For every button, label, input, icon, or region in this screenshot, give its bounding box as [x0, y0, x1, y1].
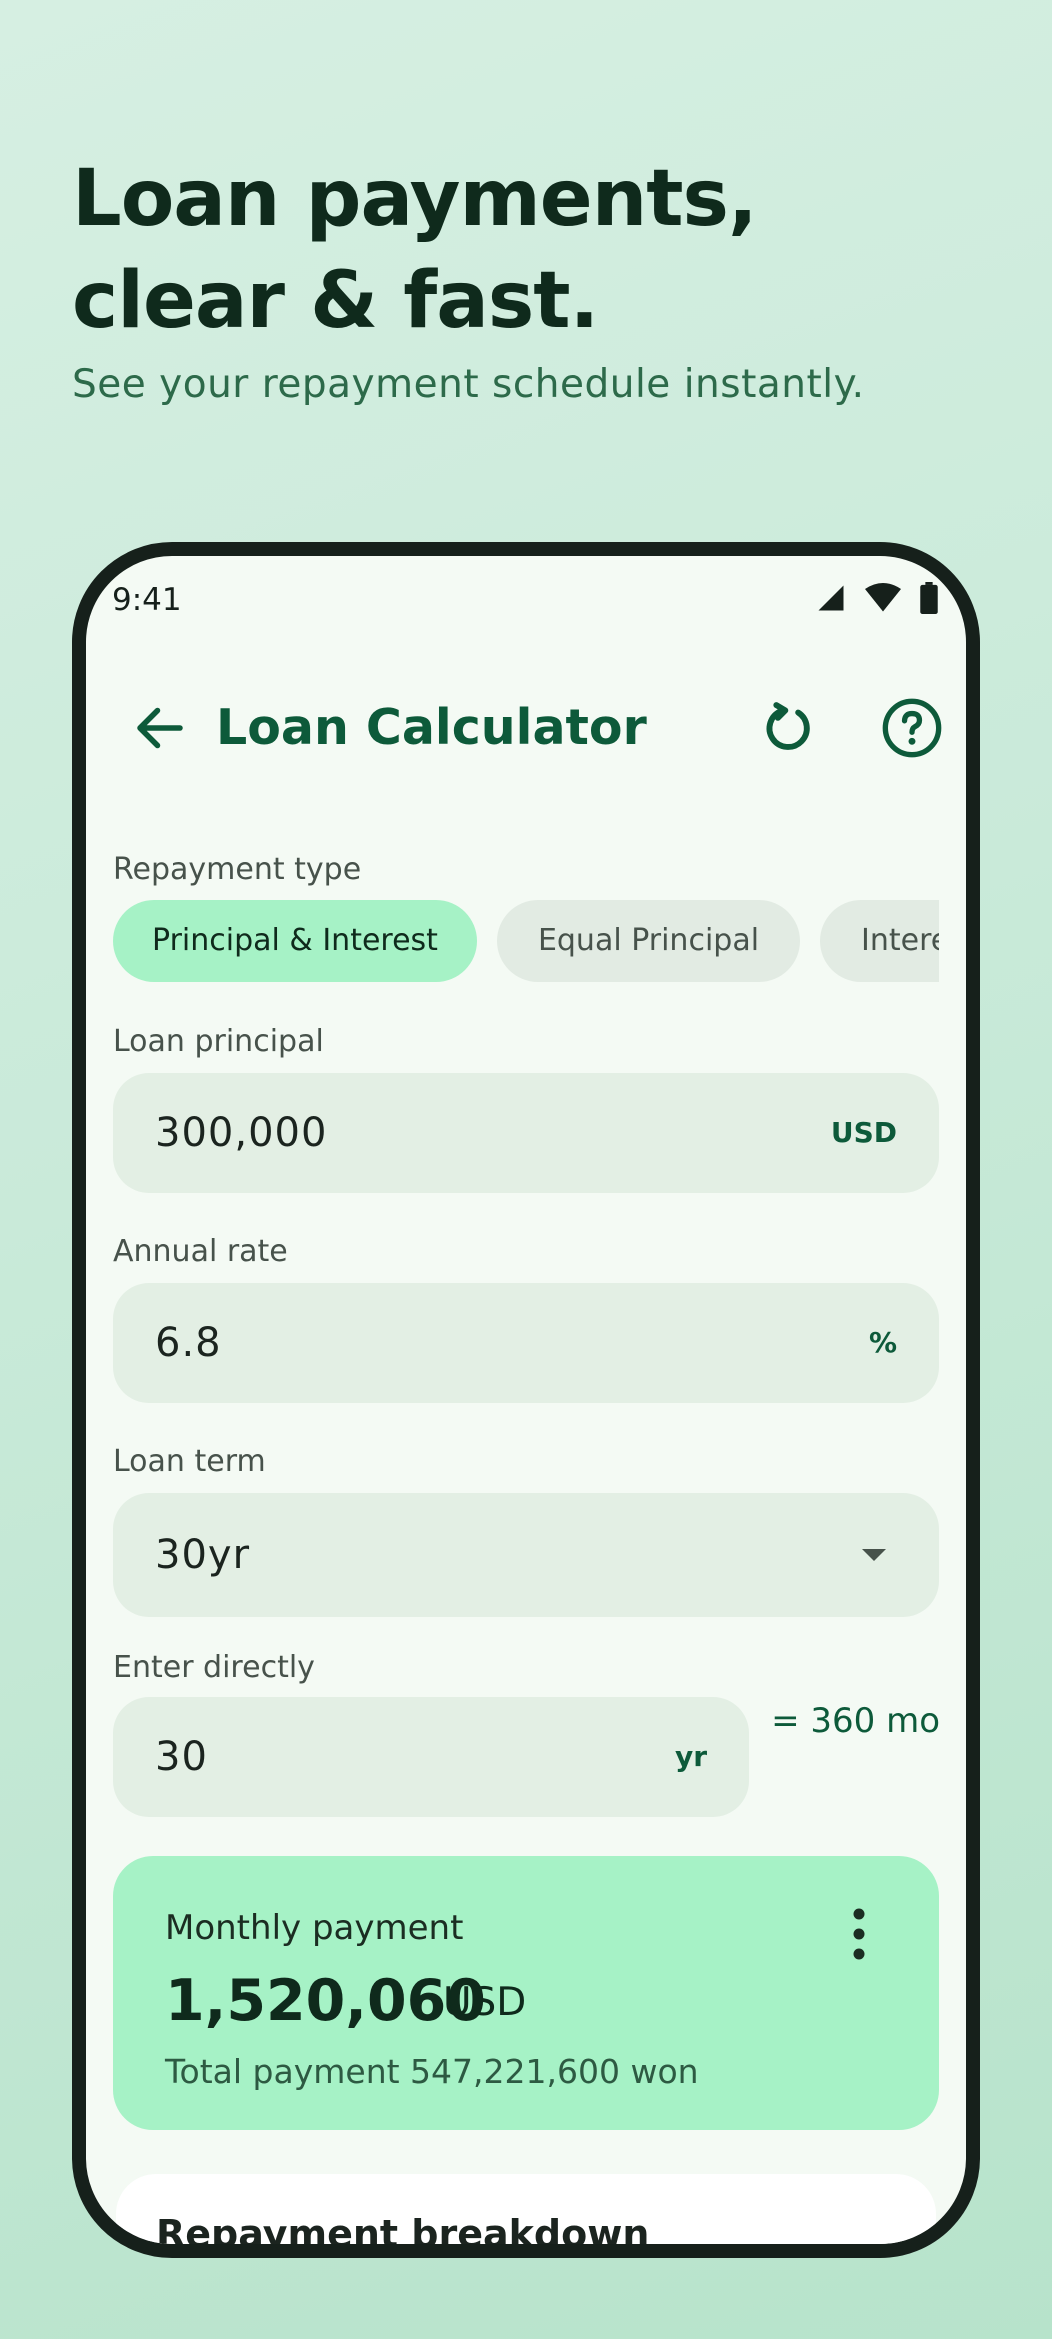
repayment-type-label: Repayment type: [113, 852, 362, 887]
enter-directly-label: Enter directly: [113, 1650, 315, 1685]
back-arrow-icon: [137, 707, 183, 749]
term-direct-suffix: yr: [674, 1740, 707, 1773]
dropdown-arrow-icon: [862, 1549, 886, 1561]
loan-term-label: Loan term: [113, 1444, 266, 1479]
repayment-type-chips: Principal & Interest Equal Principal Int…: [113, 900, 939, 982]
wifi-icon: [865, 583, 901, 612]
signal-icon: [818, 585, 844, 611]
page-title: Loan Calculator: [216, 699, 647, 756]
loan-term-value: 30yr: [155, 1532, 251, 1578]
reset-button[interactable]: [756, 696, 820, 760]
reset-icon: [766, 702, 810, 750]
term-months-readout: = 360 mo: [771, 1701, 940, 1741]
loan-principal-value: 300,000: [155, 1110, 328, 1156]
hero-subtitle: See your repayment schedule instantly.: [72, 362, 865, 407]
annual-rate-label: Annual rate: [113, 1234, 288, 1269]
term-direct-input[interactable]: 30 yr: [113, 1697, 749, 1817]
term-direct-value: 30: [155, 1734, 208, 1780]
battery-icon: [920, 582, 938, 614]
monthly-payment-label: Monthly payment: [165, 1908, 464, 1948]
annual-rate-input[interactable]: 6.8 %: [113, 1283, 939, 1403]
more-options-button[interactable]: [839, 1904, 879, 1964]
help-button[interactable]: [880, 696, 944, 760]
repayment-breakdown-card: Repayment breakdown: [116, 2174, 936, 2256]
loan-principal-suffix: USD: [830, 1116, 897, 1149]
monthly-payment-currency: USD: [443, 1980, 527, 2025]
hero-title: Loan payments, clear & fast.: [72, 148, 972, 352]
chip-equal-principal[interactable]: Equal Principal: [497, 900, 800, 982]
chip-interest[interactable]: Interest: [820, 900, 939, 982]
back-button[interactable]: [130, 698, 190, 758]
loan-principal-input[interactable]: 300,000 USD: [113, 1073, 939, 1193]
loan-term-select[interactable]: 30yr: [113, 1493, 939, 1617]
help-icon: [882, 698, 942, 758]
more-vert-icon: [853, 1908, 865, 1960]
phone-frame: 9:41 Loan Calculator Repayment type Prin…: [72, 542, 980, 2258]
hero-title-line1: Loan payments,: [72, 154, 758, 244]
status-time: 9:41: [112, 582, 182, 618]
annual-rate-suffix: %: [868, 1326, 897, 1359]
chip-principal-interest[interactable]: Principal & Interest: [113, 900, 477, 982]
loan-principal-label: Loan principal: [113, 1024, 324, 1059]
monthly-payment-card: Monthly payment 1,520,060 USD Total paym…: [113, 1856, 939, 2130]
status-icons: [816, 582, 938, 614]
app-screen: 9:41 Loan Calculator Repayment type Prin…: [86, 556, 966, 2244]
total-payment: Total payment 547,221,600 won: [165, 2052, 699, 2091]
repayment-breakdown-title: Repayment breakdown: [156, 2212, 650, 2256]
annual-rate-value: 6.8: [155, 1320, 222, 1366]
monthly-payment-amount: 1,520,060: [165, 1968, 486, 2034]
hero-title-line2: clear & fast.: [72, 256, 599, 346]
